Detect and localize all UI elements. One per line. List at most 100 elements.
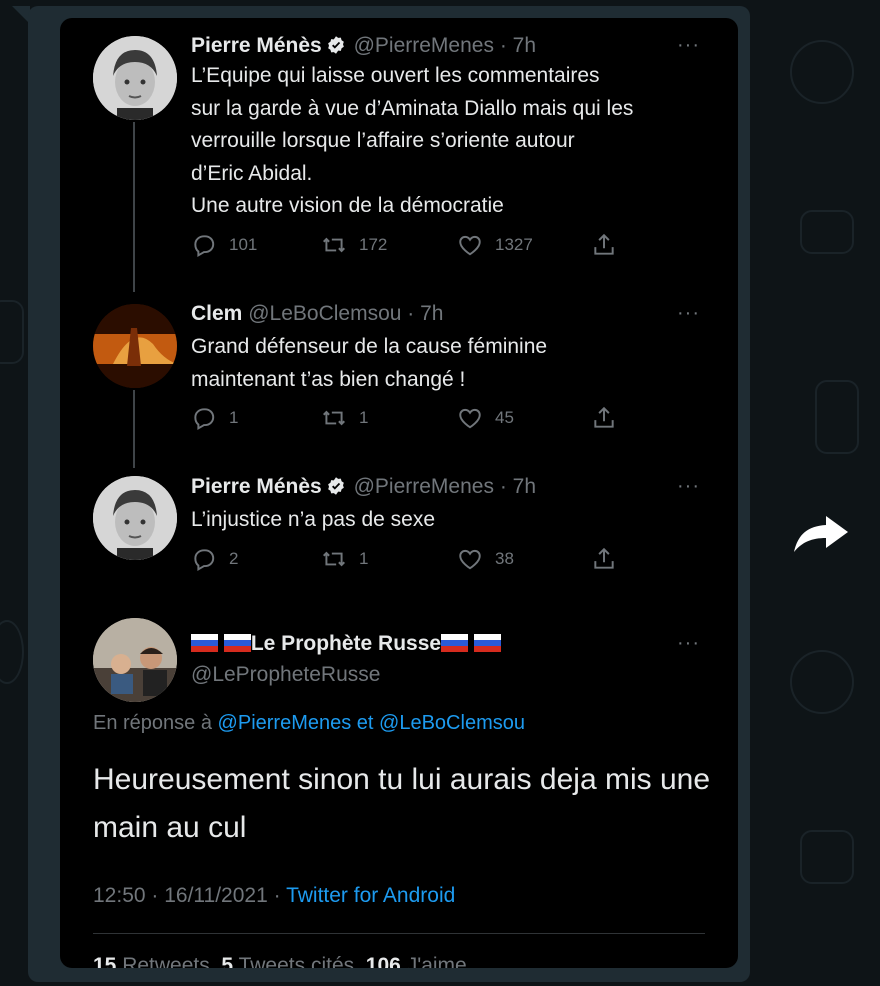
author-handle[interactable]: @LeBoClemsou (248, 302, 401, 325)
retweet-icon (323, 237, 345, 253)
retweet-icon (323, 551, 345, 567)
like-icon (459, 408, 481, 429)
reply-prefix: En réponse à (93, 712, 212, 734)
tweet-header: Le Prophète Russe (191, 632, 501, 656)
verified-icon (327, 477, 344, 495)
like-button[interactable]: 1327 (457, 232, 533, 258)
tweet-actions: 2 1 38 (191, 546, 621, 574)
like-count: 45 (495, 408, 514, 427)
tweet-source[interactable]: Twitter for Android (286, 884, 455, 907)
verified-icon (327, 36, 344, 54)
like-count: 38 (495, 549, 514, 568)
quotes-label: Tweets cités (238, 954, 355, 968)
share-button[interactable] (591, 405, 629, 431)
author-name[interactable]: Pierre Ménès (191, 34, 322, 57)
reply-count: 2 (229, 549, 239, 568)
tweet-meta: 12:50 · 16/11/2021 · Twitter for Android (93, 884, 455, 908)
share-button[interactable] (591, 546, 629, 572)
author-handle[interactable]: @LeProphete​Russe (191, 663, 380, 687)
avatar-photo (93, 618, 177, 702)
wallpaper-doodle (790, 40, 854, 104)
wallpaper-doodle (815, 380, 859, 454)
russian-flag-icon (191, 634, 218, 652)
tweet-time: · 7h (407, 302, 444, 325)
more-icon[interactable]: ··· (677, 475, 700, 498)
reply-icon (194, 235, 215, 257)
share-button[interactable] (591, 232, 629, 258)
share-icon (594, 233, 614, 255)
mention-link[interactable]: @PierreMenes (218, 712, 352, 734)
reply-button[interactable]: 2 (191, 546, 238, 572)
russian-flag-icon (473, 634, 501, 652)
retweets-count: 15 (93, 954, 117, 968)
reply-button[interactable]: 1 (191, 405, 238, 431)
retweets-label: Retweets (122, 954, 210, 968)
forward-button[interactable] (792, 510, 852, 558)
reply-context: En réponse à @PierreMenes et @LeBoClemso… (93, 712, 525, 735)
reply-and: et (356, 712, 374, 734)
reply-button[interactable]: 101 (191, 232, 257, 258)
like-icon (459, 235, 481, 256)
likes-count: 106 (365, 954, 401, 968)
tweet-timestamp[interactable]: 12:50 · 16/11/2021 · (93, 884, 281, 907)
russian-flag-icon (441, 634, 469, 652)
retweet-count: 1 (359, 408, 369, 427)
avatar-photo (93, 36, 177, 120)
retweet-button[interactable]: 172 (321, 232, 387, 258)
wallpaper-doodle (790, 650, 854, 714)
author-name[interactable]: Clem (191, 302, 242, 325)
share-icon (594, 406, 614, 428)
avatar-clem[interactable] (93, 304, 177, 388)
mention-link[interactable]: @LeBoClemsou (379, 712, 525, 734)
tweet-time: · 7h (499, 475, 536, 498)
avatar-pierre-menes[interactable] (93, 476, 177, 560)
retweet-count: 1 (359, 549, 369, 568)
tweet-actions: 101 172 1327 (191, 232, 621, 260)
more-icon[interactable]: ··· (677, 632, 700, 655)
more-icon[interactable]: ··· (677, 34, 700, 57)
quotes-stat[interactable]: 5 Tweets cités (221, 954, 354, 968)
avatar-photo (93, 476, 177, 560)
share-icon (594, 547, 614, 569)
retweets-stat[interactable]: 15 Retweets (93, 954, 210, 968)
tweet-actions: 1 1 45 (191, 405, 621, 433)
forward-icon (794, 516, 848, 552)
wallpaper-doodle (800, 830, 854, 884)
reply-count: 1 (229, 408, 239, 427)
likes-stat[interactable]: 106 J'aime (366, 954, 467, 968)
retweet-button[interactable]: 1 (321, 405, 368, 431)
like-button[interactable]: 38 (457, 546, 514, 572)
like-button[interactable]: 45 (457, 405, 514, 431)
author-handle[interactable]: @PierreMenes (354, 34, 494, 57)
tweet-screenshot[interactable]: Pierre Ménès @PierreMenes · 7h ··· L’Equ… (60, 18, 738, 968)
retweet-icon (323, 410, 345, 426)
thread-connector (133, 122, 135, 292)
tweet-header: Pierre Ménès @PierreMenes · 7h (191, 475, 536, 499)
russian-flag-icon (223, 634, 251, 652)
reply-count: 101 (229, 235, 258, 254)
author-name[interactable]: Le Prophète Russe (251, 632, 441, 655)
tweet-time: · 7h (499, 34, 536, 57)
main-tweet-text: Heureusement sinon tu lui aurais deja mi… (93, 763, 711, 844)
tweet-stats: 15 Retweets 5 Tweets cités 106 J'aime (93, 954, 467, 968)
quotes-count: 5 (221, 954, 234, 968)
likes-label: J'aime (406, 954, 467, 968)
author-name[interactable]: Pierre Ménès (191, 475, 322, 498)
retweet-button[interactable]: 1 (321, 546, 368, 572)
retweet-count: 172 (359, 235, 388, 254)
tweet-text: L’injustice n’a pas de sexe (191, 508, 435, 531)
avatar-photo (93, 304, 177, 388)
tweet-text: Grand défenseur de la cause féminine mai… (191, 335, 548, 391)
tweet-text: L’Equipe qui laisse ouvert les commentai… (191, 64, 634, 217)
wallpaper-doodle (0, 620, 24, 684)
avatar-le-prophete-russe[interactable] (93, 618, 177, 702)
thread-connector (133, 390, 135, 468)
wallpaper-doodle (0, 300, 24, 364)
avatar-pierre-menes[interactable] (93, 36, 177, 120)
author-handle[interactable]: @PierreMenes (354, 475, 494, 498)
wallpaper-doodle (800, 210, 854, 254)
reply-icon (194, 408, 215, 430)
tweet-header: Pierre Ménès @PierreMenes · 7h (191, 34, 536, 58)
like-icon (459, 549, 481, 570)
more-icon[interactable]: ··· (677, 302, 700, 325)
